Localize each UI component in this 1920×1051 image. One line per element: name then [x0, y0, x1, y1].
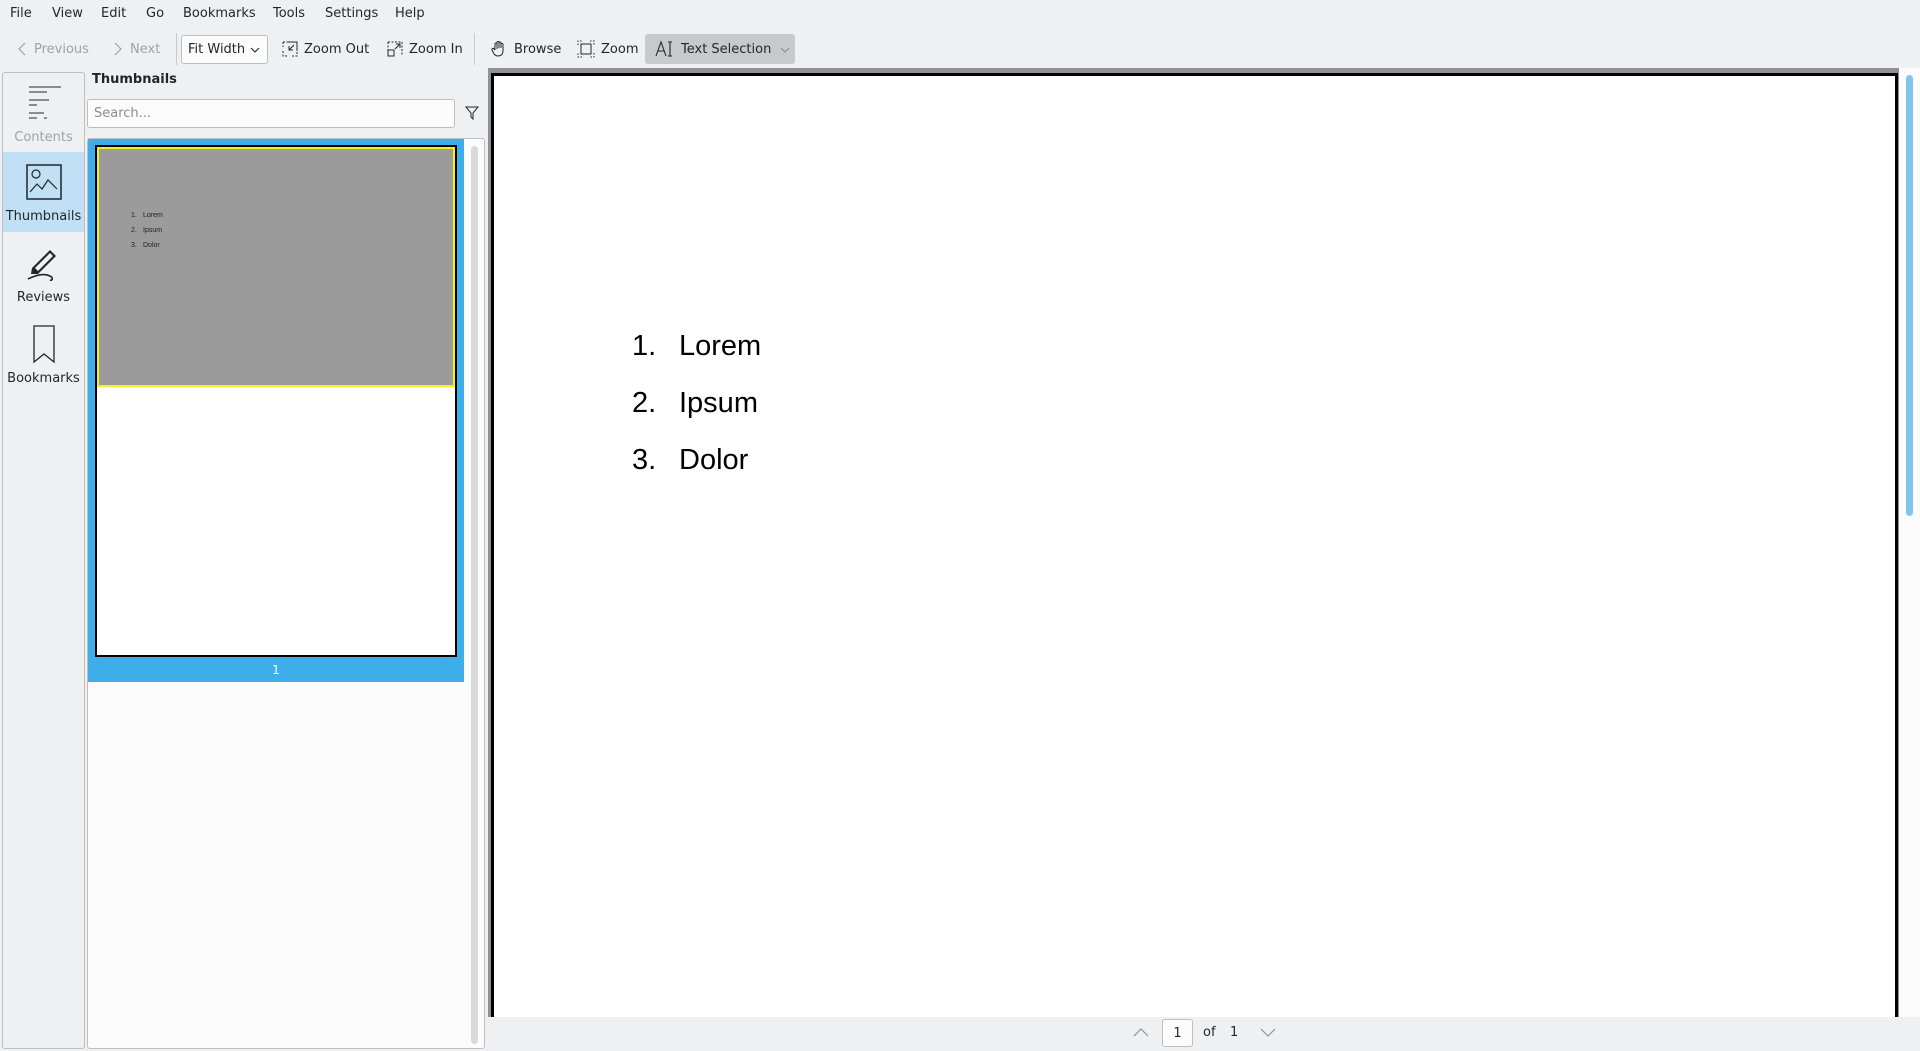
- thumbnail-list-text: Dolor: [143, 242, 160, 249]
- list-item-number: 3.: [632, 444, 657, 476]
- main-toolbar: Previous Next Fit Width Zoom Out Zoom In…: [0, 30, 1920, 68]
- document-page[interactable]: 1. Lorem 2. Ipsum 3. Dolor: [491, 73, 1898, 1017]
- sidebar: Contents Thumbnails Reviews Bookmarks: [2, 72, 85, 1049]
- chevron-down-icon[interactable]: [1259, 1026, 1277, 1040]
- hand-icon: [491, 41, 504, 57]
- zoom-mode-select[interactable]: Fit Width: [181, 35, 268, 64]
- sidebar-item-bookmarks[interactable]: Bookmarks: [3, 314, 84, 394]
- toolbar-separator: [474, 33, 475, 65]
- list-item-text: Lorem: [679, 330, 762, 362]
- sidebar-item-label: Bookmarks: [7, 371, 80, 386]
- pen-icon: [27, 250, 56, 281]
- menu-view[interactable]: View: [52, 6, 83, 21]
- thumbnail-scrollbar[interactable]: [471, 146, 478, 1044]
- document-scrollbar-thumb[interactable]: [1906, 75, 1913, 516]
- menu-tools[interactable]: Tools: [273, 6, 305, 21]
- menu-go[interactable]: Go: [146, 6, 164, 21]
- menu-bar: File View Edit Go Bookmarks Tools Settin…: [0, 0, 1920, 30]
- chevron-up-icon[interactable]: [1132, 1025, 1150, 1039]
- menu-edit[interactable]: Edit: [101, 6, 126, 21]
- filter-icon[interactable]: [465, 106, 479, 120]
- thumbnails-panel-title: Thumbnails: [92, 72, 177, 87]
- thumbnail-list-number: 1.: [131, 212, 137, 219]
- next-label: Next: [130, 41, 161, 57]
- thumbnail-list-number: 2.: [131, 227, 137, 234]
- list-item-number: 1.: [632, 330, 657, 362]
- menu-help[interactable]: Help: [395, 6, 425, 21]
- chevron-right-icon: [114, 42, 122, 56]
- zoom-in-button[interactable]: Zoom In: [383, 34, 467, 64]
- zoom-out-button[interactable]: Zoom Out: [278, 34, 373, 64]
- sidebar-item-thumbnails[interactable]: Thumbnails: [3, 152, 84, 232]
- chevron-down-icon: [250, 47, 260, 53]
- sidebar-item-label: Thumbnails: [5, 209, 82, 224]
- sidebar-item-label: Contents: [14, 130, 73, 145]
- browse-label: Browse: [514, 41, 562, 57]
- total-pages-label: 1: [1230, 1025, 1239, 1040]
- menu-bookmarks[interactable]: Bookmarks: [183, 6, 256, 21]
- sidebar-item-reviews[interactable]: Reviews: [3, 233, 84, 313]
- text-selection-dropdown-icon[interactable]: [779, 44, 791, 56]
- thumbnail-page-number: 1: [272, 663, 280, 677]
- zoom-select-icon: [577, 40, 595, 58]
- text-selection-label: Text Selection: [681, 41, 772, 57]
- toolbar-separator: [176, 33, 177, 65]
- thumbnail-list-text: Lorem: [143, 212, 163, 219]
- sidebar-item-label: Reviews: [16, 290, 71, 305]
- thumbnail-list-text: Ipsum: [143, 227, 163, 234]
- previous-page-button[interactable]: Previous: [12, 34, 93, 64]
- table-of-contents-icon: [29, 86, 61, 119]
- zoom-in-icon: [387, 41, 403, 57]
- page-of-label: of: [1203, 1025, 1216, 1040]
- zoom-tool-button[interactable]: Zoom: [573, 34, 642, 64]
- list-item-number: 2.: [632, 387, 657, 419]
- thumbnail-page-1[interactable]: 1. Lorem 2. Ipsum 3. Dolor: [95, 145, 457, 657]
- text-cursor-icon: [655, 40, 672, 57]
- zoom-out-label: Zoom Out: [304, 41, 370, 57]
- current-page-input[interactable]: [1162, 1019, 1193, 1047]
- zoom-in-label: Zoom In: [409, 41, 463, 57]
- menu-file[interactable]: File: [10, 6, 32, 21]
- text-selection-tool-button[interactable]: Text Selection: [645, 34, 795, 64]
- bookmark-icon: [33, 325, 55, 364]
- zoom-mode-value: Fit Width: [188, 42, 246, 57]
- next-page-button[interactable]: Next: [108, 34, 164, 64]
- thumbnail-visible-area-highlight: [97, 147, 455, 387]
- sidebar-item-contents[interactable]: Contents: [3, 73, 84, 153]
- previous-label: Previous: [34, 41, 89, 57]
- menu-settings[interactable]: Settings: [325, 6, 378, 21]
- chevron-left-icon: [18, 42, 26, 56]
- thumbnail-search-input[interactable]: [87, 99, 455, 128]
- browse-tool-button[interactable]: Browse: [486, 34, 565, 64]
- list-item-text: Dolor: [679, 444, 749, 476]
- zoom-out-icon: [282, 41, 298, 57]
- list-item-text: Ipsum: [679, 387, 758, 419]
- thumbnail-list-number: 3.: [131, 242, 137, 249]
- image-icon: [26, 164, 62, 200]
- zoom-tool-label: Zoom: [601, 41, 639, 57]
